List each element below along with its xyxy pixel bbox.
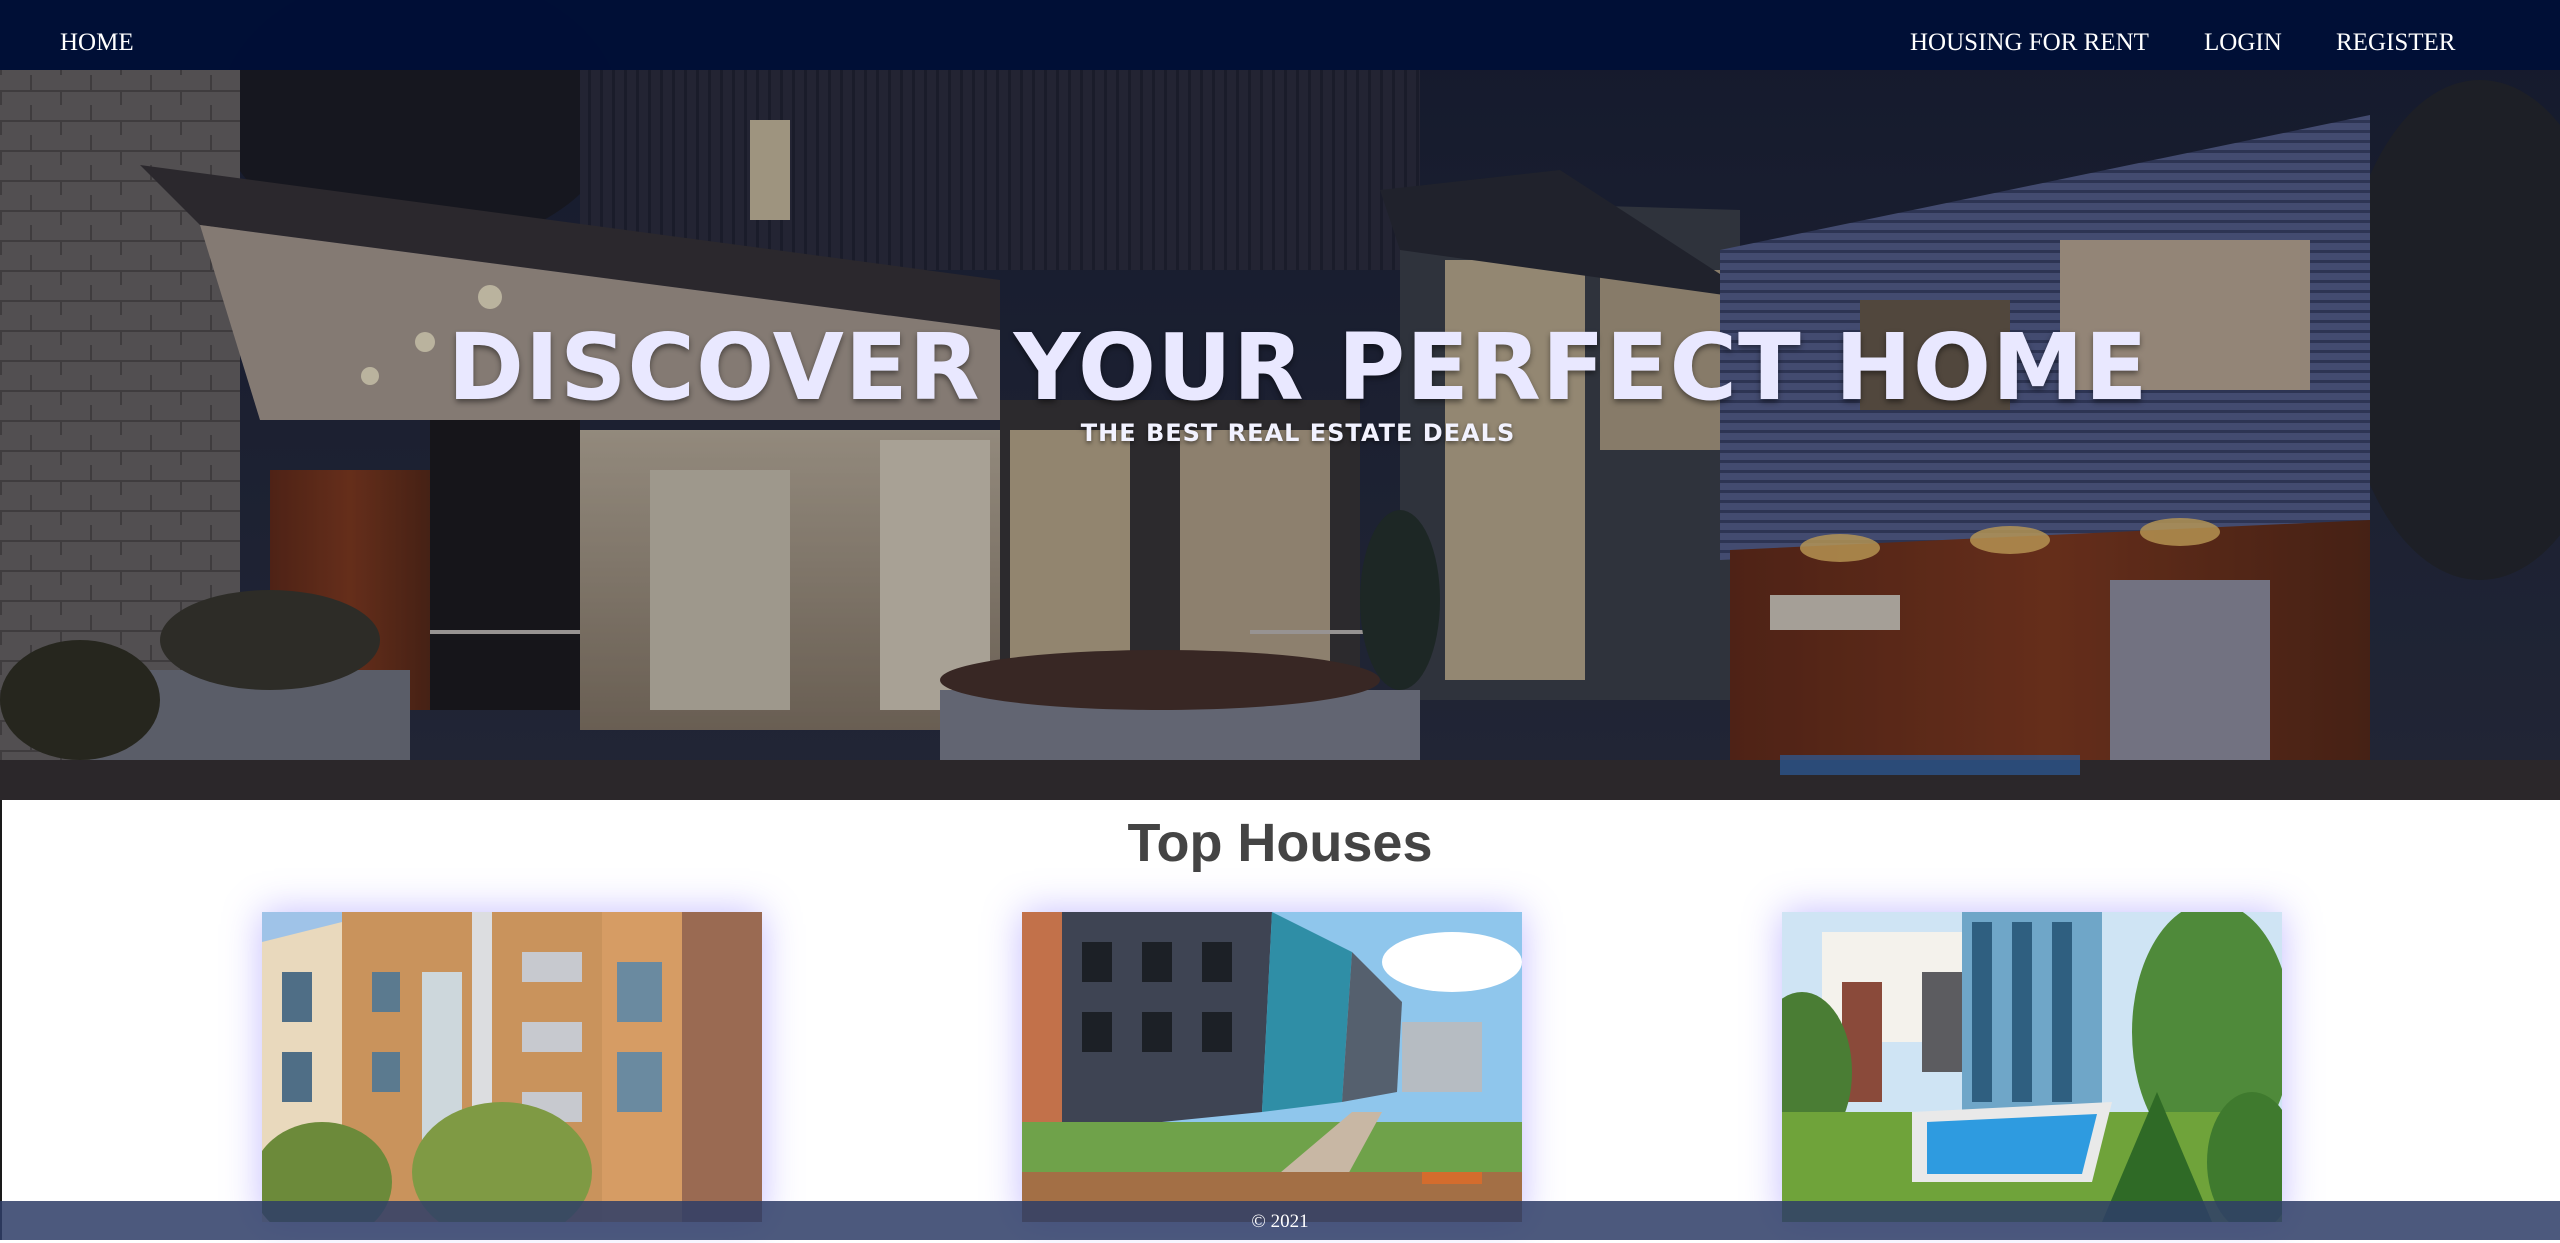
nav-login-link[interactable]: LOGIN — [2204, 0, 2282, 70]
nav-home-link[interactable]: HOME — [60, 0, 134, 70]
top-navbar: HOME HOUSING FOR RENT LOGIN REGISTER — [0, 0, 2560, 70]
nav-register-link[interactable]: REGISTER — [2336, 0, 2455, 70]
house-card-1[interactable] — [262, 912, 762, 1222]
house-image-2 — [1022, 912, 1522, 1222]
hero-banner: DISCOVER YOUR PERFECT HOME THE BEST REAL… — [0, 0, 2560, 800]
top-houses-title: Top Houses — [1127, 813, 1433, 873]
hero-text: DISCOVER YOUR PERFECT HOME THE BEST REAL… — [0, 318, 2560, 448]
footer: © 2021 — [0, 1201, 2560, 1240]
house-card-2[interactable] — [1022, 912, 1522, 1222]
footer-copyright: © 2021 — [1251, 1211, 1309, 1232]
house-image-3 — [1782, 912, 2282, 1222]
hero-subtitle: THE BEST REAL ESTATE DEALS — [1080, 419, 1516, 447]
nav-housing-for-rent-link[interactable]: HOUSING FOR RENT — [1910, 0, 2149, 70]
hero-title: DISCOVER YOUR PERFECT HOME — [447, 314, 2149, 421]
house-card-3[interactable] — [1782, 912, 2282, 1222]
house-image-1 — [262, 912, 762, 1222]
